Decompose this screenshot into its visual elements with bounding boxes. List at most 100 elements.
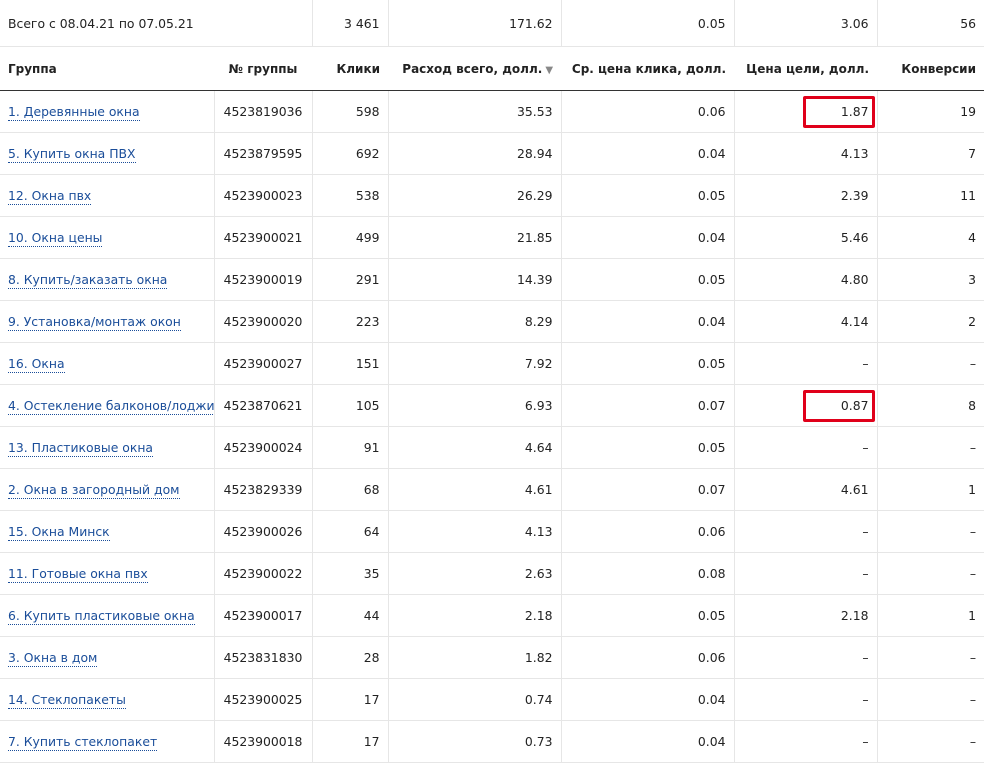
group-link[interactable]: 16. Окна xyxy=(8,356,65,373)
table-row: 3. Окна в дом 4523831830 28 1.82 0.06 – – xyxy=(0,636,985,679)
conversions-value: – xyxy=(969,440,977,455)
cpc-cell: 0.05 xyxy=(561,258,735,301)
cpc-value: 0.07 xyxy=(697,482,726,497)
group-link[interactable]: 3. Окна в дом xyxy=(8,650,98,667)
spend-cell: 7.92 xyxy=(388,342,562,385)
spend-value: 4.61 xyxy=(524,482,553,497)
header-spend[interactable]: Расход всего, долл. ▼ xyxy=(388,46,562,91)
cpa-cell: – xyxy=(734,426,878,469)
group-link[interactable]: 2. Окна в загородный дом xyxy=(8,482,180,499)
group-id-cell: 4523900022 xyxy=(214,552,313,595)
cpa-cell: 2.18 xyxy=(734,594,878,637)
conversions-cell: 8 xyxy=(877,384,985,427)
clicks-cell: 17 xyxy=(312,678,389,721)
cpc-cell: 0.06 xyxy=(561,90,735,133)
conversions-cell: – xyxy=(877,636,985,679)
clicks-cell: 499 xyxy=(312,216,389,259)
conversions-cell: – xyxy=(877,678,985,721)
conversions-value: – xyxy=(969,692,977,707)
header-cpa[interactable]: Цена цели, долл. xyxy=(734,46,878,91)
spend-cell: 26.29 xyxy=(388,174,562,217)
group-id-cell: 4523900026 xyxy=(214,510,313,553)
header-group-id[interactable]: № группы xyxy=(214,46,313,91)
spend-value: 0.74 xyxy=(524,692,553,707)
spend-value: 4.64 xyxy=(524,440,553,455)
group-link[interactable]: 13. Пластиковые окна xyxy=(8,440,154,457)
clicks-value: 223 xyxy=(355,314,380,329)
group-link[interactable]: 11. Готовые окна пвх xyxy=(8,566,148,583)
spend-cell: 4.13 xyxy=(388,510,562,553)
conversions-cell: – xyxy=(877,426,985,469)
spend-value: 0.73 xyxy=(524,734,553,749)
clicks-cell: 692 xyxy=(312,132,389,175)
group-link[interactable]: 5. Купить окна ПВХ xyxy=(8,146,136,163)
cpa-cell: – xyxy=(734,552,878,595)
sort-desc-icon[interactable]: ▼ xyxy=(545,65,553,76)
spend-cell: 1.82 xyxy=(388,636,562,679)
spend-value: 6.93 xyxy=(524,398,553,413)
group-id-cell: 4523900018 xyxy=(214,720,313,763)
spend-cell: 35.53 xyxy=(388,90,562,133)
cpa-cell: 4.14 xyxy=(734,300,878,343)
clicks-value: 28 xyxy=(363,650,380,665)
conversions-value: 19 xyxy=(960,104,977,119)
clicks-cell: 35 xyxy=(312,552,389,595)
group-link[interactable]: 1. Деревянные окна xyxy=(8,104,140,121)
spend-value: 8.29 xyxy=(524,314,553,329)
header-group[interactable]: Группа xyxy=(0,46,214,91)
cpc-value: 0.07 xyxy=(697,398,726,413)
group-name-cell: 15. Окна Минск xyxy=(0,510,215,553)
group-id-value: 4523831830 xyxy=(223,650,303,665)
group-link[interactable]: 8. Купить/заказать окна xyxy=(8,272,168,289)
cpc-cell: 0.04 xyxy=(561,132,735,175)
cpc-cell: 0.06 xyxy=(561,636,735,679)
cpc-cell: 0.04 xyxy=(561,720,735,763)
clicks-cell: 223 xyxy=(312,300,389,343)
header-clicks[interactable]: Клики xyxy=(312,46,389,91)
group-name-cell: 16. Окна xyxy=(0,342,215,385)
cpc-value: 0.04 xyxy=(697,734,726,749)
group-link[interactable]: 4. Остекление балконов/лоджий xyxy=(8,398,213,415)
cpc-cell: 0.05 xyxy=(561,594,735,637)
spend-value: 28.94 xyxy=(517,146,553,161)
clicks-value: 17 xyxy=(363,692,380,707)
conversions-value: 8 xyxy=(968,398,977,413)
group-id-value: 4523900019 xyxy=(223,272,303,287)
spend-cell: 2.63 xyxy=(388,552,562,595)
conversions-value: – xyxy=(969,734,977,749)
group-link[interactable]: 10. Окна цены xyxy=(8,230,103,247)
group-link[interactable]: 12. Окна пвх xyxy=(8,188,92,205)
group-id-cell: 4523831830 xyxy=(214,636,313,679)
cpa-highlight-box xyxy=(803,389,876,422)
table-row: 13. Пластиковые окна 4523900024 91 4.64 0.05… xyxy=(0,426,985,469)
cpc-value: 0.05 xyxy=(697,608,726,623)
table-row: 16. Окна 4523900027 151 7.92 0.05 – – xyxy=(0,342,985,385)
group-id-value: 4523900020 xyxy=(223,314,303,329)
table-row: 10. Окна цены 4523900021 499 21.85 0.04 5.46 4 xyxy=(0,216,985,259)
spend-cell: 0.74 xyxy=(388,678,562,721)
group-link[interactable]: 14. Стеклопакеты xyxy=(8,692,126,709)
cpc-value: 0.06 xyxy=(697,524,726,539)
clicks-cell: 598 xyxy=(312,90,389,133)
spend-value: 7.92 xyxy=(524,356,553,371)
clicks-value: 68 xyxy=(363,482,380,497)
conversions-cell: 1 xyxy=(877,468,985,511)
header-cpc[interactable]: Ср. цена клика, долл. xyxy=(561,46,735,91)
group-id-value: 4523900022 xyxy=(223,566,303,581)
group-link[interactable]: 6. Купить пластиковые окна xyxy=(8,608,195,625)
conversions-cell: – xyxy=(877,552,985,595)
group-link[interactable]: 9. Установка/монтаж окон xyxy=(8,314,181,331)
group-id-cell: 4523900023 xyxy=(214,174,313,217)
spend-value: 2.63 xyxy=(524,566,553,581)
group-id-cell: 4523900020 xyxy=(214,300,313,343)
header-conversions[interactable]: Конверсии xyxy=(877,46,985,91)
cpa-cell: 2.39 xyxy=(734,174,878,217)
group-link[interactable]: 7. Купить стеклопакет xyxy=(8,734,158,751)
group-id-cell: 4523870621 xyxy=(214,384,313,427)
clicks-cell: 17 xyxy=(312,720,389,763)
group-id-cell: 4523900017 xyxy=(214,594,313,637)
spend-cell: 6.93 xyxy=(388,384,562,427)
clicks-value: 598 xyxy=(355,104,380,119)
group-link[interactable]: 15. Окна Минск xyxy=(8,524,110,541)
conversions-cell: 1 xyxy=(877,594,985,637)
